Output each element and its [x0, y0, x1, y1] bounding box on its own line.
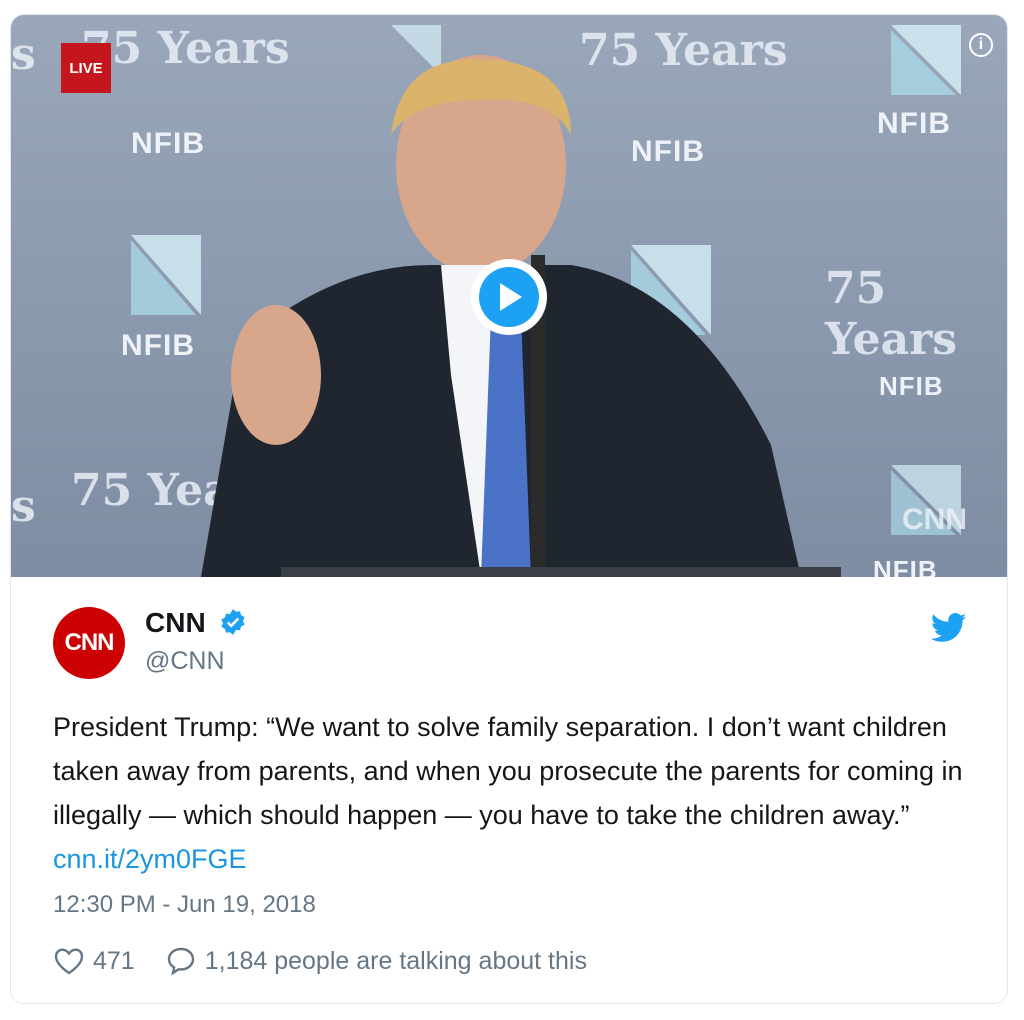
heart-icon[interactable] [53, 945, 85, 977]
tweet-card[interactable]: 75 Years NFIB 75 Years NFIB NFIB 75 Year… [10, 14, 1008, 1004]
tweet-timestamp[interactable]: 12:30 PM - Jun 19, 2018 [53, 891, 316, 919]
like-count[interactable]: 471 [93, 947, 135, 976]
author-handle[interactable]: @CNN [145, 647, 225, 676]
author-name-text: CNN [145, 607, 206, 638]
talking-count[interactable]: 1,184 people are talking about this [205, 947, 587, 976]
avatar[interactable]: CNN [53, 607, 125, 679]
verified-icon [221, 609, 246, 635]
cnn-watermark: CNN [902, 503, 967, 536]
play-icon [479, 267, 539, 327]
author-name[interactable]: CNN [145, 607, 247, 639]
tweet-body: President Trump: “We want to solve famil… [53, 712, 963, 830]
tweet-actions: 471 1,184 people are talking about this [53, 945, 587, 977]
live-badge: LIVE [61, 43, 111, 93]
twitter-bird-icon[interactable] [931, 613, 967, 643]
video-player[interactable]: 75 Years NFIB 75 Years NFIB NFIB 75 Year… [11, 15, 1007, 577]
info-icon[interactable]: i [969, 33, 993, 57]
tweet-text: President Trump: “We want to solve famil… [53, 705, 983, 881]
reply-bubble-icon[interactable] [165, 945, 197, 977]
play-button[interactable] [471, 259, 547, 335]
tweet-link[interactable]: cnn.it/2ym0FGE [53, 844, 247, 874]
